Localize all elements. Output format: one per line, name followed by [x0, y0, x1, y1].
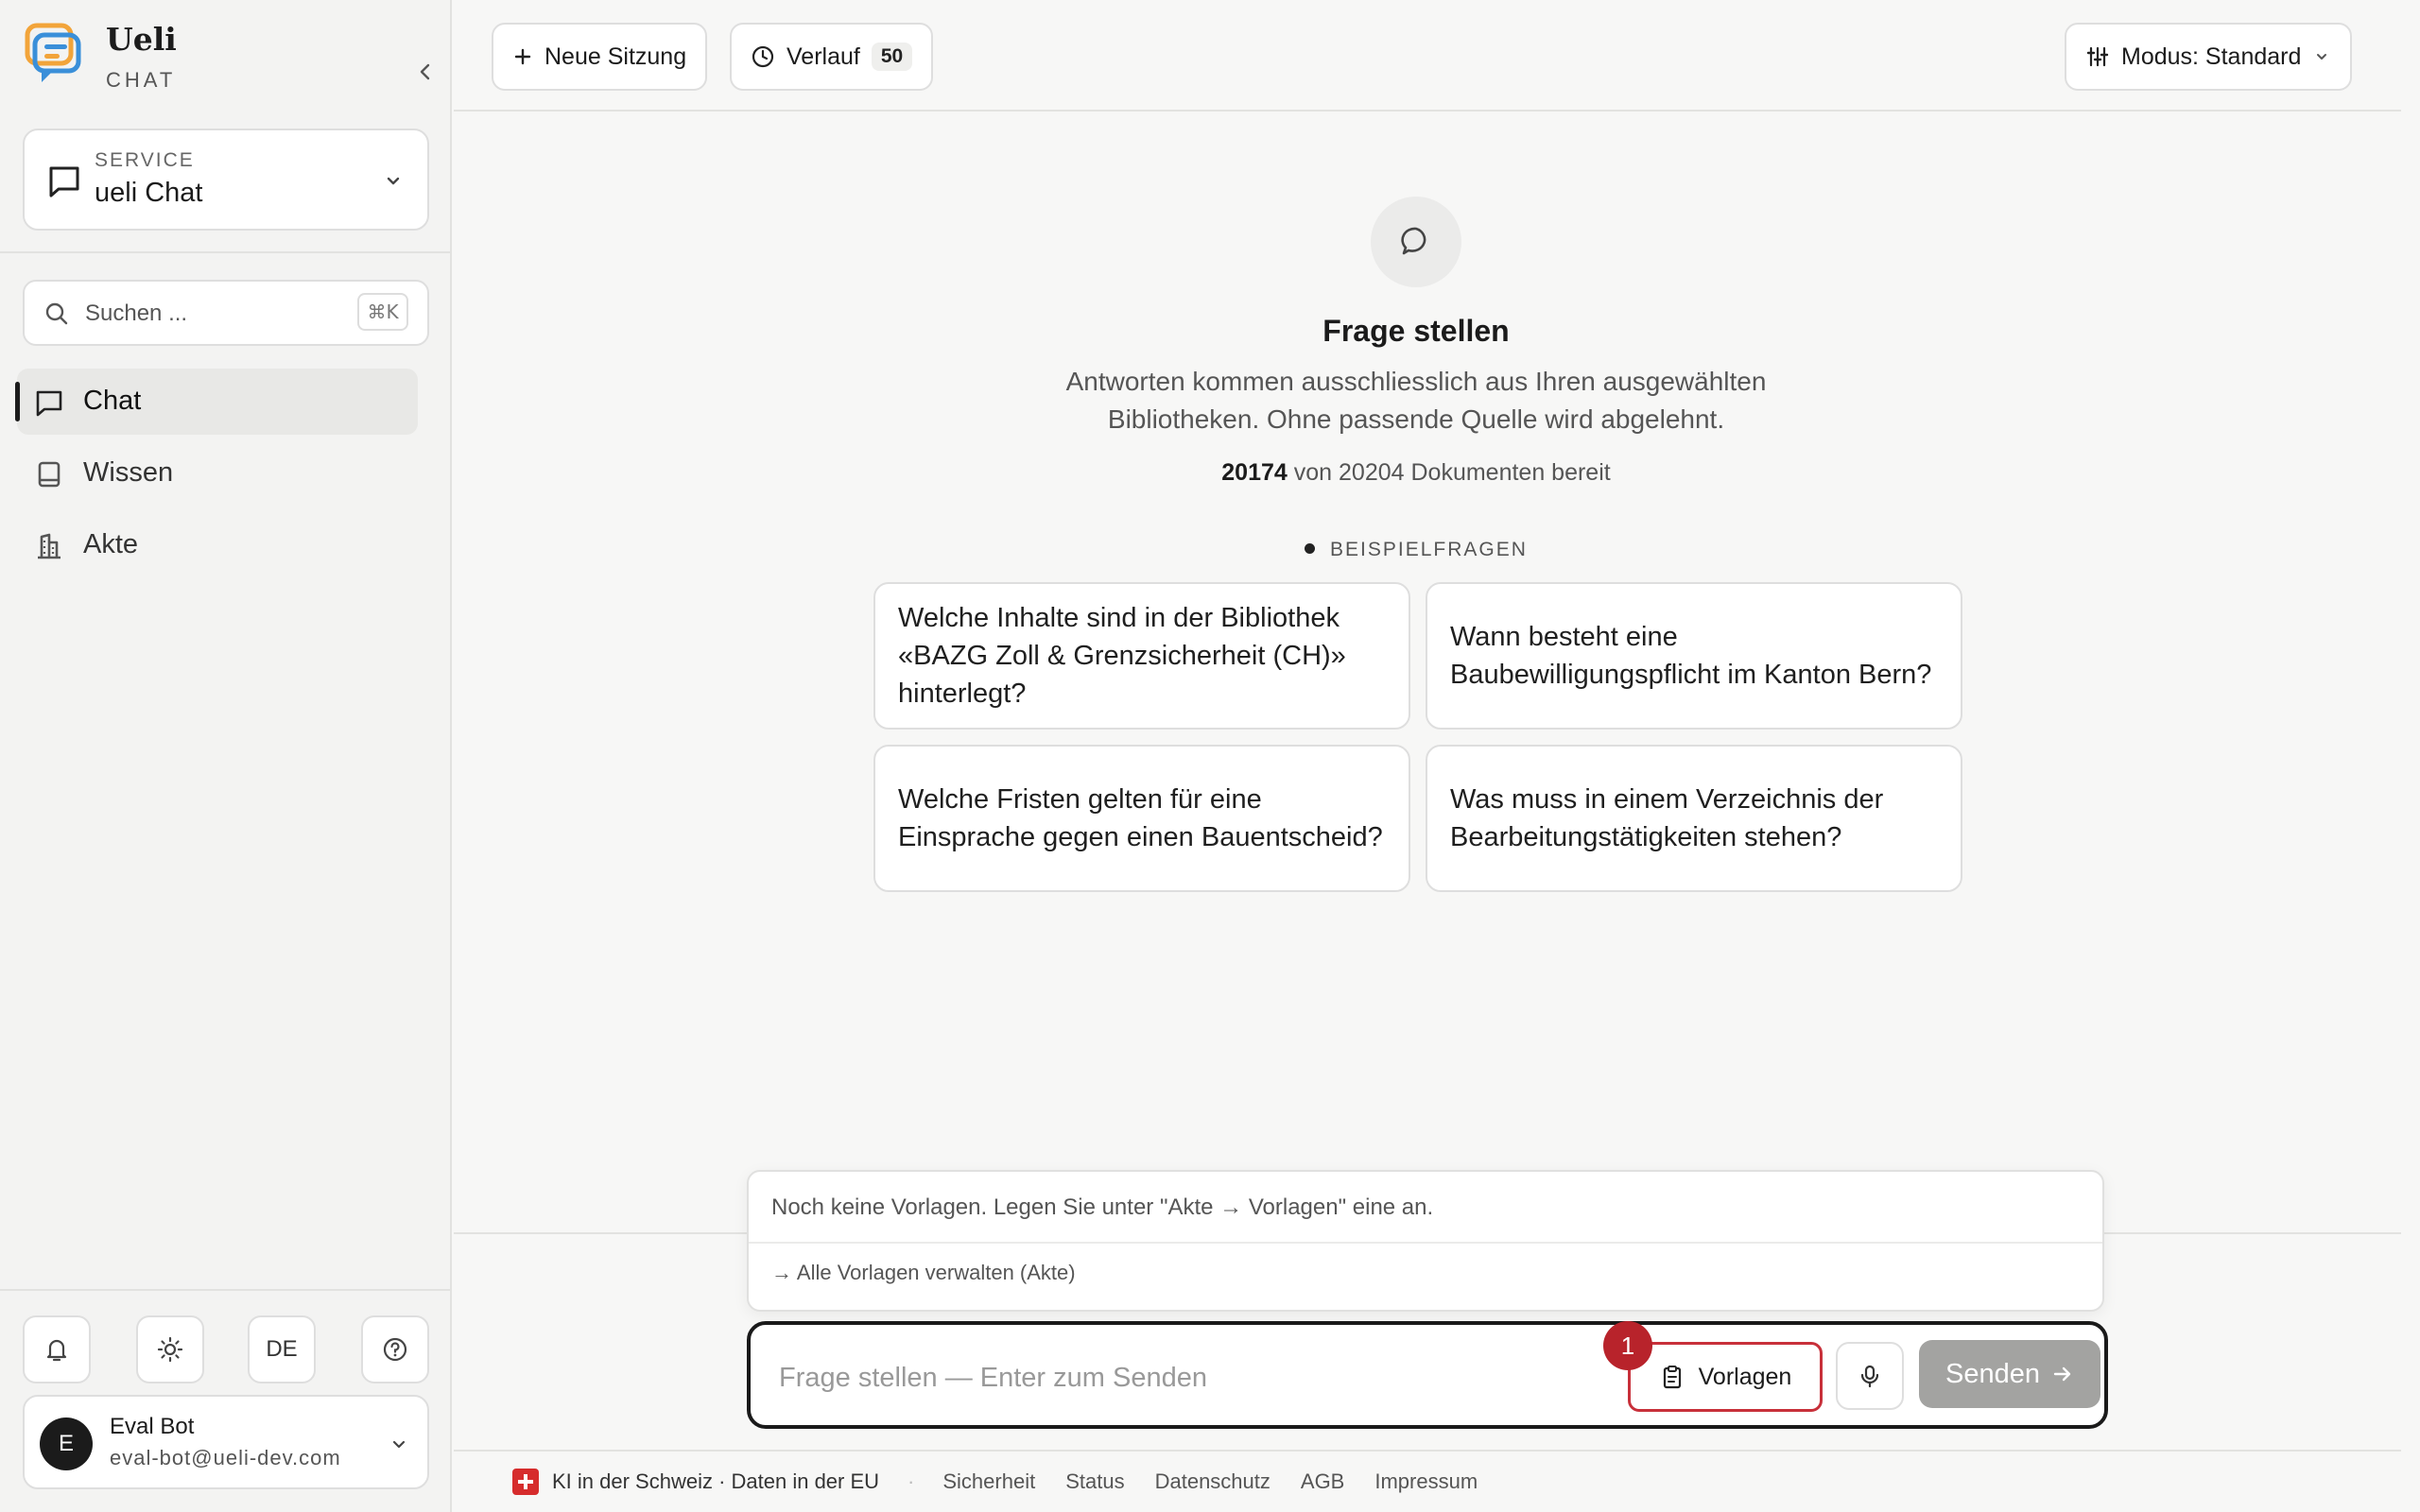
examples-label: BEISPIELFRAGEN [1330, 539, 1528, 560]
hero-subtitle-line: Antworten kommen ausschliesslich aus Ihr… [1065, 367, 1767, 396]
sidebar-item-label: Wissen [83, 457, 174, 488]
brand: Ueli CHAT [25, 21, 431, 98]
theme-toggle-button[interactable] [136, 1315, 204, 1383]
sidebar-divider [0, 251, 452, 253]
footer-separator: · [908, 1469, 915, 1493]
chevron-down-icon [2317, 54, 2327, 60]
service-label: SERVICE [95, 149, 195, 171]
example-question-text: Welche Fristen gelten für eine Einsprach… [898, 784, 1383, 852]
sliders-icon [2086, 46, 2109, 67]
sidebar: Ueli CHAT SERVICE ueli Chat Suchen ... ⌘… [0, 0, 452, 1512]
hero-subtitle: Antworten kommen ausschliesslich aus Ihr… [1002, 363, 1830, 438]
templates-button-label: Vorlagen [1698, 1363, 1792, 1390]
sidebar-bottom-divider [0, 1289, 452, 1291]
footer-region: KI in der Schweiz · Daten in der EU [552, 1469, 880, 1493]
sidebar-item-chat[interactable]: Chat [15, 369, 418, 435]
footer: KI in der Schweiz · Daten in der EU · Si… [454, 1450, 2401, 1512]
footer-link-status[interactable]: Status [1065, 1469, 1124, 1494]
history-count-badge: 50 [871, 43, 913, 71]
service-value: ueli Chat [95, 178, 203, 208]
hero-subtitle-line: Bibliotheken. Ohne passende Quelle wird … [1107, 404, 1725, 434]
help-button[interactable] [361, 1315, 429, 1383]
user-menu[interactable]: E Eval Bot eval-bot@ueli-dev.com [23, 1395, 429, 1489]
message-input[interactable]: Frage stellen — Enter zum Senden [779, 1363, 1207, 1394]
collapse-sidebar-button[interactable] [403, 49, 448, 94]
search-shortcut: ⌘K [357, 293, 408, 331]
footer-link-agb[interactable]: AGB [1301, 1469, 1344, 1494]
templates-empty-text: Noch keine Vorlagen. Legen Sie unter "Ak… [771, 1194, 1434, 1220]
app-name: Ueli [106, 21, 177, 58]
swiss-flag-icon [512, 1469, 539, 1495]
plus-icon [514, 48, 531, 65]
footer-link-impressum[interactable]: Impressum [1374, 1469, 1478, 1494]
language-button[interactable]: DE [248, 1315, 316, 1383]
dot-icon [1305, 542, 1316, 554]
new-session-button[interactable]: Neue Sitzung [492, 23, 708, 91]
examples-heading: BEISPIELFRAGEN [1002, 539, 1830, 561]
chat-bubble-icon [34, 387, 64, 418]
chevron-left-icon [420, 63, 430, 80]
send-button-label: Senden [1945, 1358, 2040, 1389]
document-count: 20174 von 20204 Dokumenten bereit [1002, 459, 1830, 487]
docs-ready-count: 20174 [1221, 459, 1288, 486]
chevron-down-icon [380, 168, 406, 195]
docs-ready-text: von 20204 Dokumenten bereit [1293, 459, 1611, 486]
service-selector[interactable]: SERVICE ueli Chat [23, 129, 429, 231]
send-button[interactable]: Senden [1919, 1340, 2100, 1408]
main-area: Neue Sitzung Verlauf 50 Modus: Standard … [454, 0, 2401, 1512]
book-icon [34, 459, 64, 490]
sidebar-item-label: Akte [83, 529, 139, 559]
user-name: Eval Bot [110, 1414, 195, 1439]
search-placeholder: Suchen ... [85, 301, 188, 326]
sidebar-item-wissen[interactable]: Wissen [17, 440, 418, 507]
history-button[interactable]: Verlauf 50 [730, 23, 934, 91]
arrow-right-icon [2053, 1366, 2071, 1382]
microphone-button[interactable] [1836, 1342, 1904, 1410]
chat-bubble-icon [1371, 197, 1461, 287]
clipboard-icon [1663, 1366, 1681, 1389]
example-question-card[interactable]: Was muss in einem Verzeichnis der Bearbe… [1426, 745, 1962, 892]
ueli-logo-icon [25, 23, 81, 85]
example-question-card[interactable]: Wann besteht eine Baubewilligungspflicht… [1426, 582, 1962, 730]
footer-link-sicherheit[interactable]: Sicherheit [942, 1469, 1035, 1494]
chevron-down-icon [388, 1433, 410, 1455]
example-question-card[interactable]: Welche Inhalte sind in der Bibliothek «B… [873, 582, 1410, 730]
bell-icon [46, 1339, 67, 1362]
manage-templates-link[interactable]: → Alle Vorlagen verwalten (Akte) [771, 1261, 1076, 1285]
notifications-button[interactable] [23, 1315, 91, 1383]
help-icon [383, 1337, 407, 1362]
sidebar-item-akte[interactable]: Akte [17, 512, 418, 578]
user-email: eval-bot@ueli-dev.com [110, 1446, 341, 1469]
avatar: E [40, 1418, 93, 1470]
templates-button[interactable]: Vorlagen [1628, 1342, 1823, 1412]
templates-popup: Noch keine Vorlagen. Legen Sie unter "Ak… [747, 1170, 2104, 1312]
clock-icon [752, 45, 774, 68]
building-icon [34, 531, 64, 561]
hero-title: Frage stellen [1322, 314, 1510, 348]
topbar: Neue Sitzung Verlauf 50 Modus: Standard [454, 0, 2401, 112]
example-question-text: Was muss in einem Verzeichnis der Bearbe… [1450, 784, 1884, 852]
example-question-text: Wann besteht eine Baubewilligungspflicht… [1450, 622, 1932, 690]
microphone-icon [1860, 1365, 1879, 1388]
example-question-text: Welche Inhalte sind in der Bibliothek «B… [898, 603, 1346, 709]
sidebar-item-label: Chat [83, 386, 142, 416]
example-question-card[interactable]: Welche Fristen gelten für eine Einsprach… [873, 745, 1410, 892]
mode-label: Modus: Standard [2121, 43, 2302, 70]
app-subtitle: CHAT [106, 68, 177, 92]
history-label: Verlauf [786, 43, 860, 70]
templates-badge: 1 [1603, 1321, 1652, 1370]
message-composer[interactable]: Frage stellen — Enter zum Senden Vorlage… [747, 1321, 2108, 1429]
templates-popup-divider [749, 1242, 2102, 1244]
mode-selector[interactable]: Modus: Standard [2065, 23, 2353, 91]
chat-bubble-icon [45, 163, 83, 200]
sun-icon [157, 1336, 183, 1363]
search-icon [43, 301, 70, 327]
footer-link-datenschutz[interactable]: Datenschutz [1155, 1469, 1270, 1494]
search-input[interactable]: Suchen ... ⌘K [23, 280, 429, 346]
language-label: DE [266, 1336, 298, 1362]
new-session-label: Neue Sitzung [544, 43, 687, 70]
